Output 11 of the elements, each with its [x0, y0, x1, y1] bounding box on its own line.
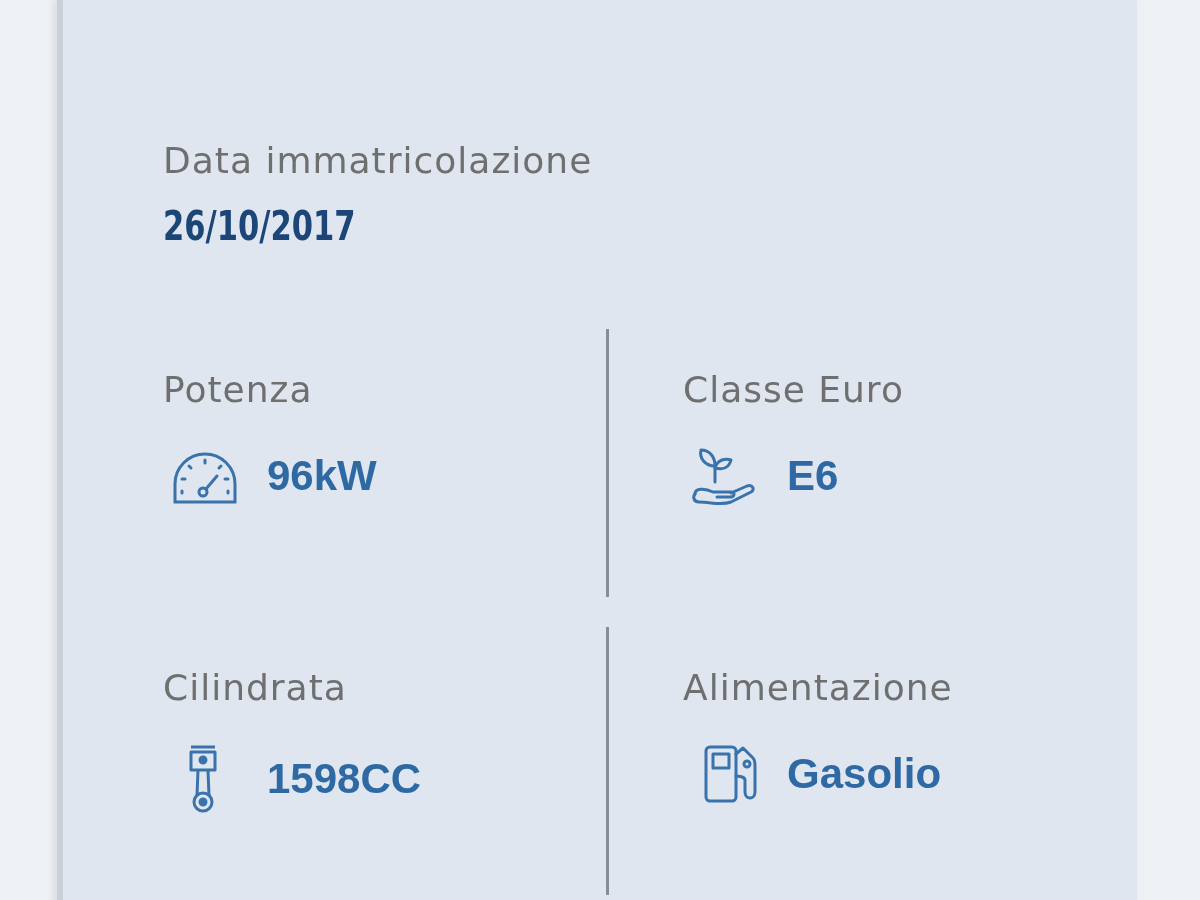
- fuel-pump-icon: [703, 744, 759, 804]
- field-label: Cilindrata: [163, 667, 348, 708]
- field-label: Classe Euro: [683, 369, 905, 410]
- field-label: Data immatricolazione: [163, 140, 594, 181]
- field-value: 1598CC: [267, 755, 422, 803]
- field-label: Potenza: [163, 369, 314, 410]
- field-value: 96kW: [267, 452, 377, 500]
- field-label: Alimentazione: [683, 667, 954, 708]
- field-value: E6: [787, 452, 839, 500]
- field-value: Gasolio: [787, 750, 942, 798]
- field-value: 26/10/2017: [163, 203, 357, 249]
